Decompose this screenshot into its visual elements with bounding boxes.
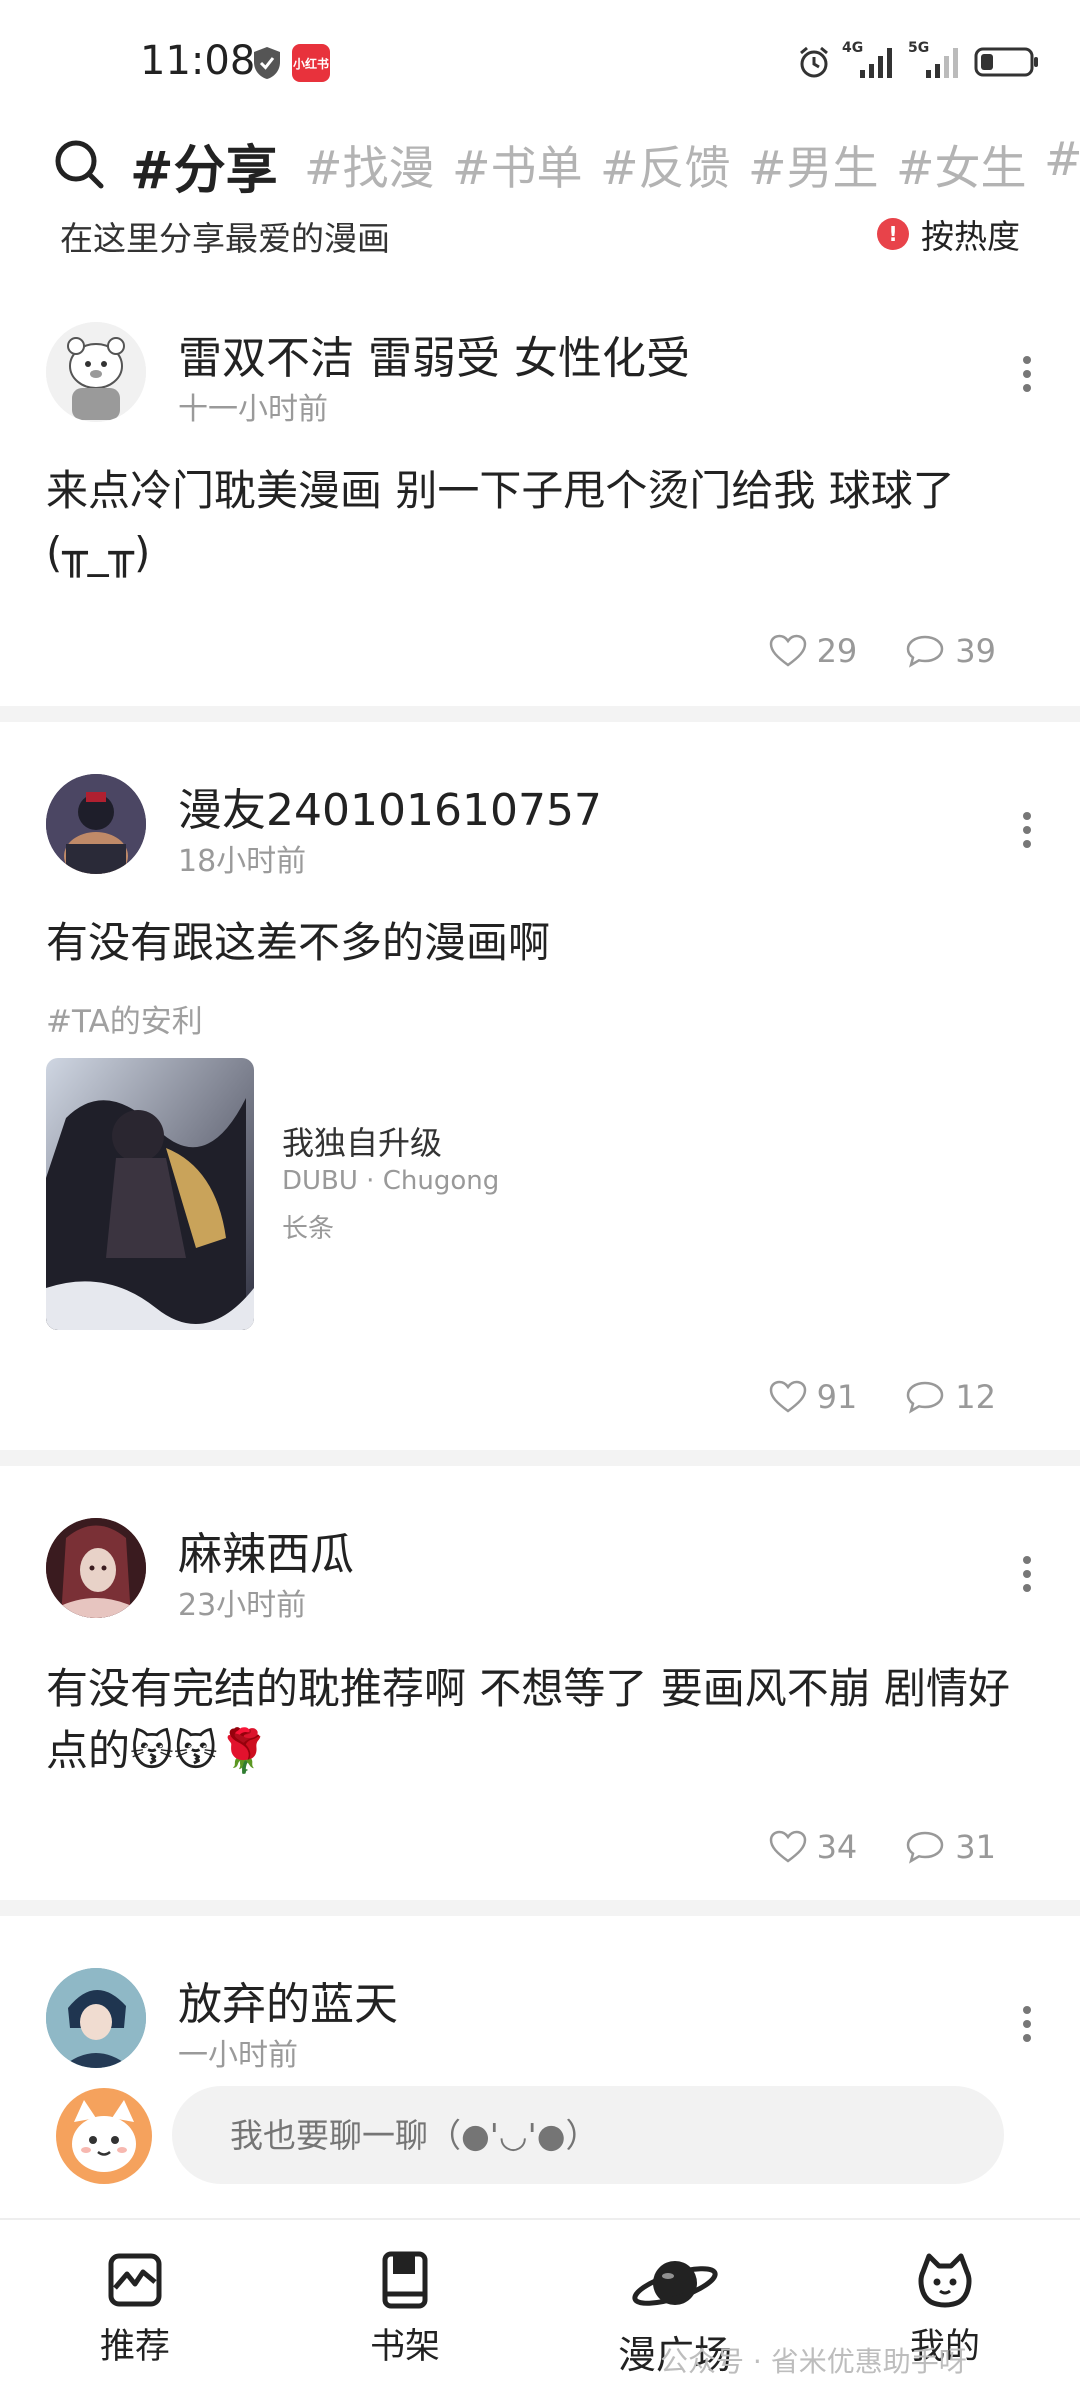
shield-icon (254, 47, 280, 79)
avatar[interactable] (46, 322, 146, 422)
my-avatar[interactable] (56, 2088, 152, 2184)
watermark: 公众号 · 省米优惠助手呀 (660, 2345, 967, 2378)
sort-icon: ! (877, 218, 909, 250)
battery-icon (974, 47, 1038, 77)
comment-button[interactable]: 39 (905, 632, 996, 670)
more-options-icon[interactable] (1020, 1550, 1034, 1598)
tab-female[interactable]: #女生 (896, 132, 1027, 198)
post-time: 十一小时前 (178, 392, 328, 427)
tab-male[interactable]: #男生 (748, 132, 879, 198)
tab-find-manga[interactable]: #找漫 (304, 132, 435, 198)
topic-tag[interactable]: #TA的安利 (46, 996, 203, 1041)
like-count: 29 (816, 632, 858, 670)
post-time: 18小时前 (178, 844, 307, 879)
like-count: 34 (816, 1828, 858, 1866)
post-username[interactable]: 雷双不洁 雷弱受 女性化受 (178, 322, 690, 386)
tab-booklist[interactable]: #书单 (452, 132, 583, 198)
divider (0, 1900, 1080, 1916)
book-cover (46, 1058, 254, 1330)
comment-count: 12 (955, 1378, 996, 1416)
avatar[interactable] (46, 1518, 146, 1618)
avatar[interactable] (46, 774, 146, 874)
post-card[interactable]: 漫友240101610757 18小时前 有没有跟这差不多的漫画啊 #TA的安利… (0, 750, 1080, 1430)
post-username[interactable]: 漫友240101610757 (178, 774, 602, 838)
recommend-icon (108, 2253, 162, 2307)
comment-icon (907, 1381, 944, 1414)
sort-label: 按热度 (921, 217, 1020, 256)
post-content[interactable]: 来点冷门耽美漫画 别一下子甩个烫门给我 球球了(╥_╥) (46, 460, 1036, 584)
signal-5g-icon: 5G (908, 40, 964, 82)
more-options-icon[interactable] (1020, 2000, 1034, 2048)
more-options-icon[interactable] (1020, 350, 1034, 398)
nav-bookshelf-label: 书架 (369, 2327, 440, 2367)
post-card[interactable]: 麻辣西瓜 23小时前 有没有完结的耽推荐啊 不想等了 要画风不崩 剧情好点的😽😽… (0, 1494, 1080, 1894)
like-button[interactable]: 91 (769, 1378, 858, 1416)
nav-recommend-label: 推荐 (99, 2327, 170, 2367)
like-button[interactable]: 34 (769, 1828, 858, 1866)
post-username[interactable]: 放弃的蓝天 (178, 1968, 398, 2032)
comment-button[interactable]: 12 (905, 1378, 996, 1416)
alarm-icon (800, 46, 828, 78)
comment-count: 31 (955, 1828, 996, 1866)
tab-more[interactable]: # (1044, 132, 1080, 186)
planet-icon (632, 2261, 718, 2306)
search-icon[interactable] (52, 137, 106, 191)
status-bar: 11:08 小红书 4G 5G (0, 0, 1080, 120)
status-icons: 4G 5G (796, 40, 1040, 84)
more-options-icon[interactable] (1020, 806, 1034, 854)
heart-icon (769, 1830, 806, 1863)
post-actions: 91 12 (769, 1378, 996, 1416)
comment-count: 39 (955, 632, 996, 670)
divider (0, 706, 1080, 722)
post-username[interactable]: 麻辣西瓜 (178, 1518, 354, 1582)
like-button[interactable]: 29 (769, 632, 858, 670)
comment-button[interactable]: 31 (905, 1828, 996, 1866)
post-time: 一小时前 (178, 2038, 298, 2070)
section-subtitle: 在这里分享最爱的漫画 (60, 219, 390, 258)
post-actions: 34 31 (769, 1828, 996, 1866)
book-author: DUBU · Chugong (282, 1166, 500, 1196)
book-title: 我独自升级 (282, 1124, 443, 1162)
bookshelf-icon (382, 2251, 428, 2309)
post-card[interactable]: 雷双不洁 雷弱受 女性化受 十一小时前 来点冷门耽美漫画 别一下子甩个烫门给我 … (0, 300, 1080, 700)
divider (0, 1450, 1080, 1466)
app-notification-icon: 小红书 (292, 44, 330, 82)
like-count: 91 (816, 1378, 858, 1416)
tab-feedback[interactable]: #反馈 (600, 132, 731, 198)
post-content[interactable]: 有没有完结的耽推荐啊 不想等了 要画风不崩 剧情好点的😽😽🌹 (46, 1658, 1036, 1782)
nav-bookshelf[interactable]: 书架 (315, 2250, 495, 2369)
post-time: 23小时前 (178, 1588, 307, 1623)
tab-share[interactable]: #分享 (130, 128, 278, 203)
avatar[interactable] (46, 1968, 146, 2068)
signal-4g-icon: 4G (842, 40, 898, 82)
heart-icon (769, 634, 806, 667)
post-card[interactable]: 放弃的蓝天 一小时前 (0, 1944, 1080, 2070)
post-content[interactable]: 有没有跟这差不多的漫画啊 (46, 912, 1036, 974)
cat-face-icon (918, 2253, 972, 2308)
heart-icon (769, 1380, 806, 1413)
comment-icon (907, 635, 944, 668)
nav-recommend[interactable]: 推荐 (45, 2250, 225, 2369)
status-time: 11:08 (140, 38, 256, 84)
book-format: 长条 (282, 1214, 335, 1244)
chat-input[interactable] (172, 2086, 1004, 2184)
post-actions: 29 39 (769, 632, 996, 670)
book-card[interactable]: 我独自升级 DUBU · Chugong 长条 (46, 1058, 646, 1330)
comment-icon (907, 1831, 944, 1864)
sort-button[interactable]: ! 按热度 (877, 210, 1020, 258)
